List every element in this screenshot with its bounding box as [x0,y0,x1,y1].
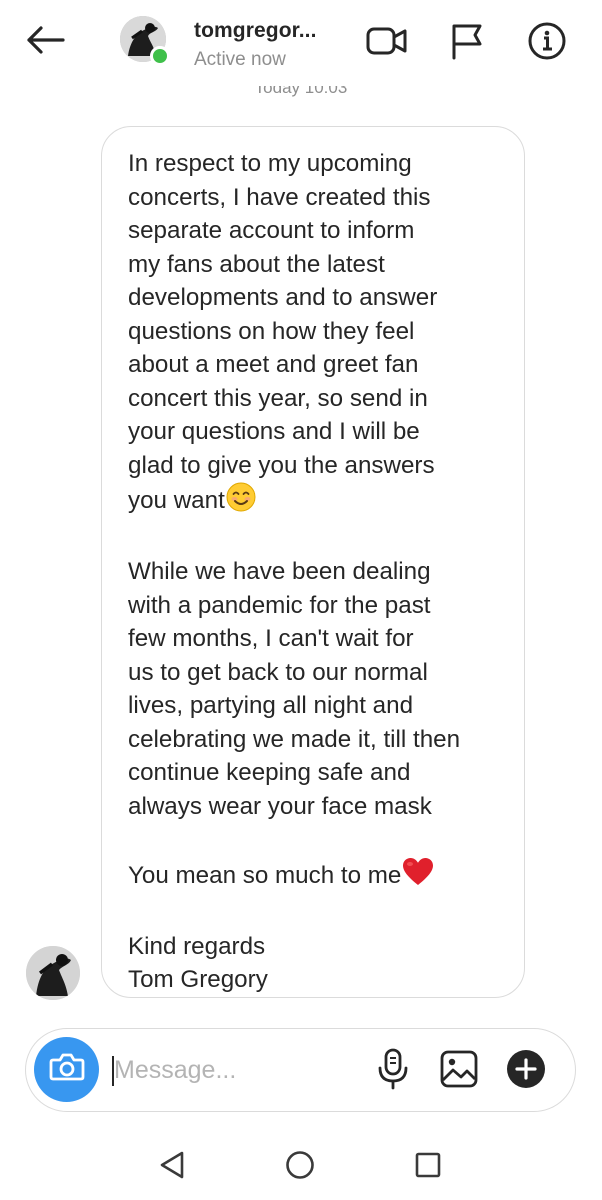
gallery-icon [440,1050,478,1093]
nav-home-icon [285,1150,315,1185]
chat-header: tomgregor... Active now [0,0,602,86]
flag-icon [449,22,485,65]
voice-message-button[interactable] [371,1048,415,1095]
online-status-dot [150,46,170,66]
camera-icon [49,1052,85,1087]
message-paragraph: While we have been dealing with a pandem… [128,558,461,820]
message-bubble[interactable]: In respect to my upcoming concerts, I ha… [101,126,525,998]
message-paragraph: You mean so much to me [128,857,514,897]
message-text: In respect to my upcoming concerts, I ha… [128,150,438,514]
gallery-button[interactable] [437,1049,481,1093]
more-options-button[interactable] [504,1049,548,1093]
plus-icon [506,1049,546,1094]
report-flag-button[interactable] [444,20,490,66]
system-back-button[interactable] [152,1147,192,1187]
red-heart-icon [402,857,434,897]
message-input[interactable] [112,1047,364,1093]
info-icon [527,21,567,66]
active-status: Active now [194,49,286,70]
chat-username[interactable]: tomgregor... [194,19,317,43]
profile-avatar-button[interactable] [120,16,170,66]
microphone-icon [376,1048,410,1095]
system-home-button[interactable] [280,1147,320,1187]
message-paragraph: In respect to my upcoming concerts, I ha… [128,147,514,522]
info-button[interactable] [524,20,570,66]
sender-avatar[interactable] [26,946,80,1000]
system-navigation-bar [0,1130,602,1200]
back-button[interactable] [22,22,68,62]
smiling-face-icon [226,482,256,522]
message-text: You mean so much to me [128,861,402,889]
camera-button[interactable] [34,1037,99,1102]
arrow-left-icon [25,25,65,60]
message-composer [25,1028,576,1112]
nav-recents-icon [414,1151,442,1184]
video-call-icon [365,24,409,63]
system-recents-button[interactable] [408,1147,448,1187]
message-signature: Kind regards Tom Gregory [128,932,268,994]
nav-back-icon [158,1150,186,1185]
video-call-button[interactable] [364,20,410,66]
